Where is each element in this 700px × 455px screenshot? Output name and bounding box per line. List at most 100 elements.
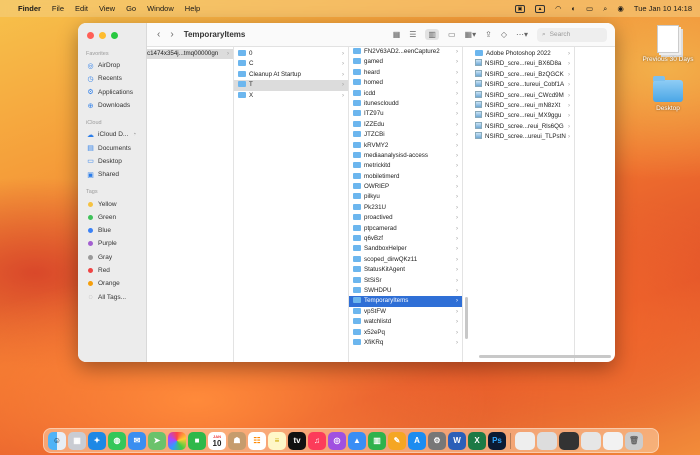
list-item[interactable]: x52ePq ›: [349, 328, 462, 338]
list-item[interactable]: C ›: [234, 59, 348, 69]
notes-icon[interactable]: ≡: [268, 431, 286, 450]
list-item[interactable]: homed ›: [349, 78, 462, 88]
list-item[interactable]: SWHDPU ›: [349, 286, 462, 296]
list-item[interactable]: Cleanup At Startup ›: [234, 70, 348, 80]
app-store-icon[interactable]: A: [408, 431, 426, 450]
list-item[interactable]: kRVMY2 ›: [349, 141, 462, 151]
photoshop-icon[interactable]: Ps: [488, 431, 506, 450]
list-item[interactable]: SandboxHelper ›: [349, 244, 462, 254]
menu-file[interactable]: File: [52, 4, 64, 13]
contacts-icon[interactable]: ☗: [228, 431, 246, 450]
control-center-icon[interactable]: ◐: [572, 4, 577, 13]
sidebar-tag-yellow[interactable]: Yellow: [78, 197, 146, 210]
list-item[interactable]: gamed ›: [349, 57, 462, 67]
minimize-window-button[interactable]: [99, 32, 106, 39]
desktop-item-desktop[interactable]: Desktop: [633, 76, 700, 112]
pages-icon[interactable]: ✎: [388, 431, 406, 450]
camera-status-icon[interactable]: ▣: [514, 4, 525, 13]
share-icon[interactable]: ⇪: [485, 30, 492, 39]
list-view-button[interactable]: ☰: [409, 30, 416, 39]
launchpad-icon[interactable]: ▦: [68, 431, 86, 450]
list-item[interactable]: T ›: [234, 80, 348, 91]
word-icon[interactable]: W: [448, 431, 466, 450]
list-item[interactable]: NSIRD_scree...ureui_TLPstN ›: [471, 132, 574, 142]
recent-item-icon[interactable]: [559, 431, 579, 450]
list-item[interactable]: heard ›: [349, 68, 462, 78]
menu-clock[interactable]: Tue Jan 10 14:18: [634, 4, 692, 13]
list-item[interactable]: OWRIEP ›: [349, 182, 462, 192]
list-item[interactable]: vpStFW ›: [349, 307, 462, 317]
numbers-icon[interactable]: ▥: [368, 431, 386, 450]
list-item[interactable]: NSIRD_scre...reui_mN8zXt ›: [471, 100, 574, 111]
sidebar-item-desktop[interactable]: ▭ Desktop: [78, 155, 146, 168]
list-item[interactable]: ITZ97u ›: [349, 109, 462, 119]
tag-icon[interactable]: ◇: [501, 30, 507, 39]
sidebar-all-tags[interactable]: ◌ All Tags...: [78, 290, 146, 303]
close-window-button[interactable]: [87, 32, 94, 39]
spotlight-icon[interactable]: ⌕: [603, 4, 607, 14]
recent-item-icon[interactable]: [581, 431, 601, 450]
back-button[interactable]: ‹: [157, 29, 160, 40]
list-item[interactable]: c1474x354j...tmq00000gn ›: [147, 49, 233, 60]
desktop-item-previous-30-days[interactable]: Previous 30 Days: [633, 25, 700, 63]
list-item[interactable]: XfiKRq ›: [349, 338, 462, 348]
list-item[interactable]: StatusKitAgent ›: [349, 265, 462, 275]
list-item[interactable]: IZZEdu ›: [349, 120, 462, 130]
recent-item-icon[interactable]: [537, 431, 557, 450]
list-item[interactable]: mediaanalysisd-access ›: [349, 151, 462, 161]
menu-help[interactable]: Help: [185, 4, 200, 13]
list-item[interactable]: NSIRD_scre...reui_MX9ggu ›: [471, 111, 574, 121]
list-item[interactable]: FN2V63AD2...eenCapture2 ›: [349, 47, 462, 57]
messages-icon[interactable]: ◍: [108, 431, 126, 450]
list-item[interactable]: NSIRD_scre...reui_BzQGCK ›: [471, 69, 574, 80]
list-item[interactable]: NSIRD_scree...reui_Rls6QG ›: [471, 121, 574, 132]
excel-icon[interactable]: X: [468, 431, 486, 450]
podcasts-icon[interactable]: ◎: [328, 431, 346, 450]
zoom-window-button[interactable]: [111, 32, 118, 39]
calendar-icon[interactable]: JAN 10: [208, 431, 226, 450]
menu-app-finder[interactable]: Finder: [18, 4, 41, 13]
wifi-icon[interactable]: ◠: [555, 4, 562, 13]
screen-status-icon[interactable]: ▲: [534, 4, 545, 13]
list-item[interactable]: q6vBzf ›: [349, 234, 462, 244]
forward-button[interactable]: ›: [170, 29, 173, 40]
sidebar-tag-green[interactable]: Green: [78, 211, 146, 224]
sidebar-tag-orange[interactable]: Orange: [78, 277, 146, 290]
list-item[interactable]: mobiletimerd ›: [349, 172, 462, 182]
sidebar-item-icloud-drive[interactable]: ☁ iCloud D... ◔: [78, 128, 146, 141]
list-item[interactable]: ptpcamerad ›: [349, 224, 462, 234]
icon-view-button[interactable]: ▦: [393, 30, 401, 39]
list-item[interactable]: NSIRD_scre...reui_BX6D8a ›: [471, 59, 574, 69]
sidebar-item-applications[interactable]: ⚙ Applications: [78, 86, 146, 99]
menu-view[interactable]: View: [99, 4, 115, 13]
horizontal-scrollbar[interactable]: [479, 355, 611, 358]
list-item[interactable]: metrickitd ›: [349, 161, 462, 171]
list-item[interactable]: scoped_dirwQKz11 ›: [349, 255, 462, 265]
sidebar-tag-purple[interactable]: Purple: [78, 237, 146, 250]
keynote-icon[interactable]: ▲: [348, 431, 366, 450]
search-field[interactable]: ⌕ Search: [537, 27, 607, 42]
menu-go[interactable]: Go: [126, 4, 136, 13]
list-item[interactable]: JTZCBi ›: [349, 130, 462, 140]
list-item[interactable]: Adobe Photoshop 2022 ›: [471, 49, 574, 59]
column-3-scrollbar[interactable]: [465, 297, 468, 339]
finder-icon[interactable]: ☺: [48, 431, 66, 450]
list-item[interactable]: proactived ›: [349, 213, 462, 223]
siri-icon[interactable]: ◉: [617, 4, 624, 13]
music-icon[interactable]: ♫: [308, 431, 326, 450]
sidebar-tag-gray[interactable]: Gray: [78, 251, 146, 264]
photos-icon[interactable]: [168, 431, 186, 450]
sidebar-item-downloads[interactable]: ⊕ Downloads: [78, 99, 146, 112]
more-actions-button[interactable]: ⋯▾: [516, 30, 528, 39]
maps-icon[interactable]: ➤: [148, 431, 166, 450]
battery-icon[interactable]: ▭: [586, 4, 593, 13]
list-item[interactable]: Pk231U ›: [349, 203, 462, 213]
menu-edit[interactable]: Edit: [75, 4, 88, 13]
reminders-icon[interactable]: ☷: [248, 431, 266, 450]
list-item[interactable]: NSIRD_scre...tureui_Cobf1A ›: [471, 80, 574, 90]
facetime-icon[interactable]: ■: [188, 431, 206, 450]
recent-item-icon[interactable]: [603, 431, 623, 450]
list-item[interactable]: X ›: [234, 91, 348, 101]
downloads-stack-icon[interactable]: [515, 431, 535, 450]
group-button[interactable]: ▦▾: [465, 30, 477, 39]
